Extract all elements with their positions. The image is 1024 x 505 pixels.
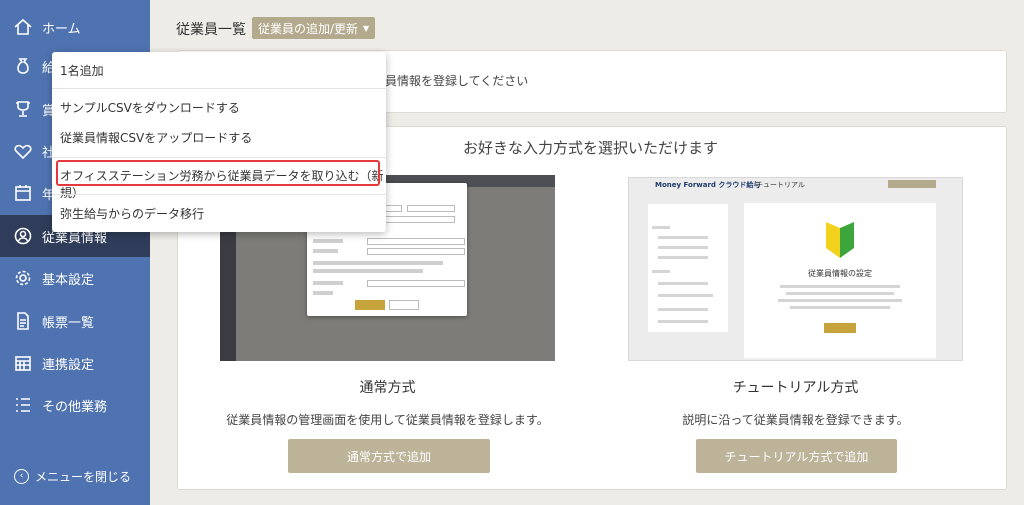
preview-tutorial-button	[824, 323, 856, 333]
input-method-title: お好きな入力方式を選択いただけます	[463, 139, 719, 157]
tutorial-method-description: 説明に沿って従業員情報を登録できます。	[682, 413, 909, 427]
preview-line	[313, 291, 333, 295]
preview-input	[367, 280, 465, 287]
preview-tutorial-step	[648, 206, 728, 332]
chevron-left-icon: ‹	[14, 469, 29, 484]
preview-line	[658, 320, 708, 323]
preview-cancel-button	[389, 300, 419, 310]
preview-line	[313, 281, 343, 285]
money-bag-icon	[12, 55, 34, 77]
sidebar-item-settings[interactable]: 基本設定	[0, 257, 150, 299]
calendar-icon	[12, 182, 34, 204]
preview-ok-button	[355, 300, 385, 310]
preview-line	[658, 246, 708, 249]
add-update-dropdown-menu: 1名追加 サンプルCSVをダウンロードする 従業員情報CSVをアップロードする …	[52, 52, 386, 232]
preview-line	[313, 249, 338, 253]
beginner-mark-icon	[826, 222, 854, 258]
preview-line	[313, 261, 443, 265]
preview-brand: Money Forward クラウド給与	[655, 181, 761, 189]
preview-line	[658, 236, 708, 239]
preview-tab: チュートリアル	[756, 181, 805, 189]
preview-line	[313, 269, 423, 273]
preview-tutorial-heading: 従業員情報の設定	[808, 269, 872, 278]
sidebar-item-label: その他業務	[42, 399, 108, 415]
normal-method-name: 通常方式	[359, 380, 416, 396]
preview-input	[367, 248, 465, 255]
preview-line	[780, 285, 900, 288]
sidebar-item-label: 帳票一覧	[42, 315, 95, 331]
preview-line	[658, 282, 708, 285]
collapse-menu-label: メニューを閉じる	[35, 470, 132, 484]
add-update-employee-dropdown[interactable]: 従業員の追加/更新 ▼	[252, 17, 376, 39]
dropdown-label: 従業員の追加/更新	[258, 21, 359, 36]
preview-line	[778, 299, 902, 302]
preview-line	[652, 226, 670, 229]
sidebar-item-home[interactable]: ホーム	[0, 6, 150, 48]
menu-divider	[52, 194, 386, 195]
trophy-icon	[12, 98, 34, 120]
collapse-menu-button[interactable]: ‹ メニューを閉じる	[14, 468, 131, 485]
menu-divider	[52, 88, 386, 89]
preview-line	[658, 294, 713, 297]
preview-line	[658, 256, 708, 259]
gear-icon	[12, 267, 34, 289]
document-icon	[12, 310, 34, 332]
menu-item-download-sample-csv[interactable]: サンプルCSVをダウンロードする	[60, 99, 240, 116]
sidebar-item-label: 連携設定	[42, 357, 95, 373]
list-icon	[12, 394, 34, 416]
sidebar-item-integration[interactable]: 連携設定	[0, 342, 150, 384]
preview-input	[407, 205, 455, 212]
add-tutorial-method-button[interactable]: チュートリアル方式で追加	[696, 439, 897, 473]
menu-item-migrate-yayoi[interactable]: 弥生給与からのデータ移行	[60, 205, 204, 222]
info-message: 員情報を登録してください	[385, 74, 529, 88]
menu-item-add-one[interactable]: 1名追加	[60, 62, 104, 79]
preview-header-button	[888, 180, 936, 188]
menu-item-upload-employee-csv[interactable]: 従業員情報CSVをアップロードする	[60, 129, 252, 146]
preview-input	[367, 238, 465, 245]
preview-line	[790, 306, 890, 309]
chevron-down-icon: ▼	[363, 23, 370, 33]
preview-line	[313, 239, 343, 243]
preview-line	[658, 308, 708, 311]
preview-line	[652, 270, 670, 273]
sidebar-item-label: ホーム	[42, 21, 81, 37]
home-icon	[12, 16, 34, 38]
page-title: 従業員一覧	[176, 22, 246, 38]
highlight-box	[56, 160, 380, 186]
tutorial-method-name: チュートリアル方式	[732, 380, 859, 396]
menu-divider	[52, 157, 386, 158]
normal-method-description: 従業員情報の管理画面を使用して従業員情報を登録します。	[226, 413, 549, 427]
heart-icon	[12, 140, 34, 162]
calendar-grid-icon	[12, 352, 34, 374]
employee-icon	[12, 225, 34, 247]
preview-line	[786, 292, 894, 295]
add-normal-method-button[interactable]: 通常方式で追加	[288, 439, 490, 473]
sidebar-item-label: 基本設定	[42, 272, 95, 288]
sidebar-item-reports[interactable]: 帳票一覧	[0, 300, 150, 342]
sidebar-item-other[interactable]: その他業務	[0, 384, 150, 426]
